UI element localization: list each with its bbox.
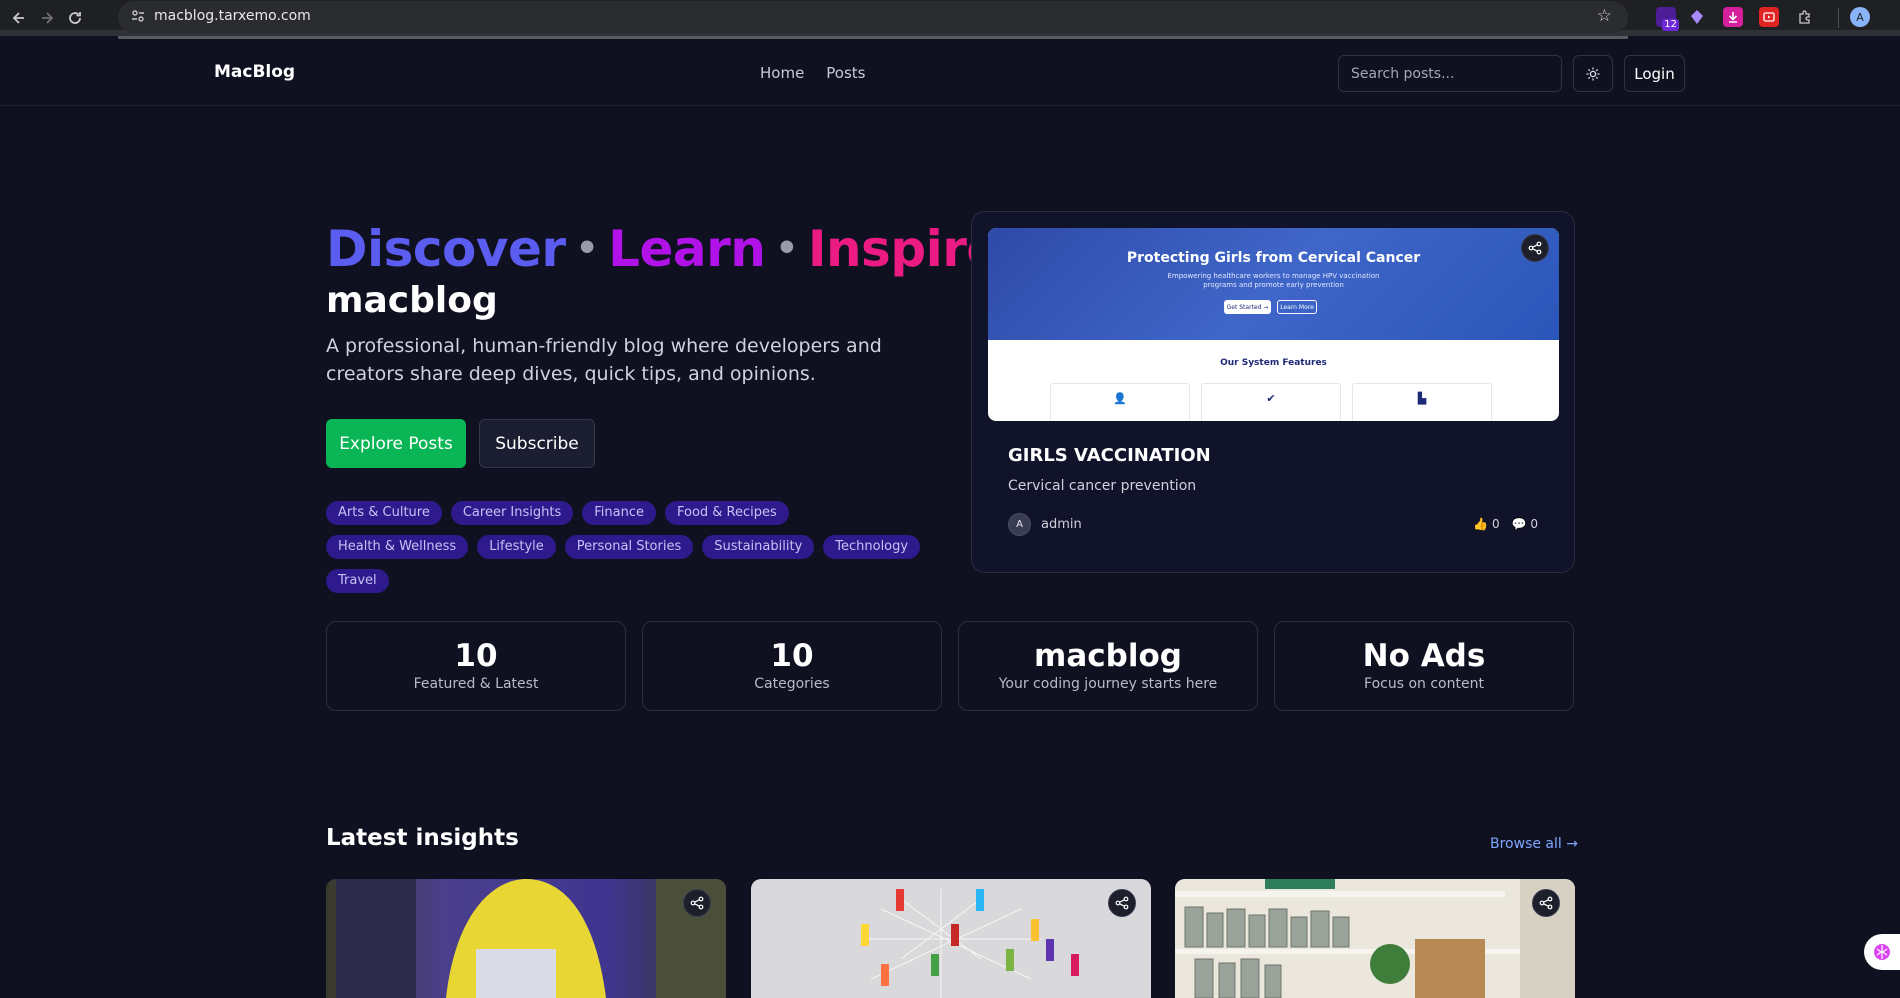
toolbar-separator [1838, 8, 1839, 28]
subscribe-button[interactable]: Subscribe [479, 419, 595, 468]
stat-card-featured: 10 Featured & Latest [326, 621, 626, 711]
post-reactions: 👍 0 💬 0 [1473, 517, 1538, 531]
featured-post-card[interactable]: Protecting Girls from Cervical Cancer Em… [971, 211, 1575, 573]
nav-home[interactable]: Home [760, 64, 804, 82]
share-icon[interactable] [683, 889, 711, 917]
thumbnail-art [336, 879, 726, 998]
browse-all-link[interactable]: Browse all → [1490, 836, 1578, 852]
extension-download-icon[interactable] [1723, 7, 1743, 27]
tag-health-wellness[interactable]: Health & Wellness [326, 535, 469, 559]
stat-label: Categories [754, 676, 830, 692]
stat-card-categories: 10 Categories [642, 621, 942, 711]
image-feature-box: ✔ [1201, 383, 1341, 421]
explore-posts-button[interactable]: Explore Posts [326, 419, 466, 468]
site-header: MacBlog Home Posts Login [0, 42, 1900, 106]
post-card-thumbnail[interactable] [1175, 879, 1575, 998]
like-count[interactable]: 👍 0 [1473, 517, 1499, 531]
extensions-puzzle-icon[interactable] [1795, 7, 1815, 27]
tag-sustainability[interactable]: Sustainability [702, 535, 815, 559]
stat-value: 10 [454, 638, 498, 674]
address-bar[interactable]: macblog.tarxemo.com ☆ [118, 1, 1628, 33]
featured-post-title[interactable]: GIRLS VACCINATION [1008, 445, 1211, 466]
site-info-icon[interactable] [130, 9, 146, 25]
image-features-heading: Our System Features [1220, 358, 1327, 368]
image-learn-more: Learn More [1277, 300, 1317, 314]
page-load-progress [118, 36, 1628, 39]
tag-career-insights[interactable]: Career Insights [450, 501, 574, 525]
featured-post-description: Cervical cancer prevention [1008, 478, 1197, 494]
category-tags: Arts & Culture Career Insights Finance F… [326, 501, 926, 593]
image-feature-box: ▙ [1352, 383, 1492, 421]
stat-label: Focus on content [1364, 676, 1484, 692]
profile-avatar[interactable]: A [1850, 7, 1870, 27]
reload-icon[interactable] [62, 5, 88, 31]
author-name: admin [1041, 517, 1082, 532]
extension-gem-icon[interactable] [1687, 7, 1707, 27]
stat-label: Your coding journey starts here [998, 676, 1218, 692]
stat-card-no-ads: No Ads Focus on content [1274, 621, 1574, 711]
tag-food-recipes[interactable]: Food & Recipes [664, 501, 789, 525]
hero-word-learn: Learn [608, 220, 766, 278]
extension-badge: 12 [1662, 19, 1679, 31]
brain-icon [1874, 944, 1890, 960]
share-icon[interactable] [1532, 889, 1560, 917]
tag-personal-stories[interactable]: Personal Stories [564, 535, 694, 559]
hero-separator: • [575, 228, 599, 269]
sun-icon [1586, 67, 1600, 80]
tag-technology[interactable]: Technology [823, 535, 921, 559]
search-input[interactable] [1338, 55, 1562, 92]
hero-word-discover: Discover [326, 220, 566, 278]
share-icon[interactable] [1108, 889, 1136, 917]
nav-posts[interactable]: Posts [826, 64, 865, 82]
comment-count[interactable]: 💬 0 [1512, 517, 1538, 531]
brand-logo[interactable]: MacBlog [214, 62, 295, 82]
stat-card-brand: macblog Your coding journey starts here [958, 621, 1258, 711]
hero-title: Discover • Learn • Inspire [326, 220, 1000, 278]
user-plus-icon: 👤 [1113, 392, 1127, 405]
comment-count-value: 0 [1530, 517, 1538, 531]
tag-travel[interactable]: Travel [326, 569, 389, 593]
stat-label: Featured & Latest [413, 676, 539, 692]
forward-icon[interactable] [34, 5, 60, 31]
bookmark-star-icon[interactable]: ☆ [1597, 6, 1612, 26]
thumbs-up-icon: 👍 [1473, 517, 1489, 531]
comment-icon: 💬 [1511, 517, 1527, 531]
hero-separator: • [775, 228, 798, 269]
image-banner-text: Empowering healthcare workers to manage … [1167, 272, 1380, 289]
tag-finance[interactable]: Finance [582, 501, 656, 525]
share-icon[interactable] [1521, 234, 1549, 262]
image-feature-box: 👤 [1050, 383, 1190, 421]
browser-toolbar: macblog.tarxemo.com ☆ 12 A [0, 0, 1900, 39]
stat-value: macblog [1034, 638, 1182, 674]
back-icon[interactable] [6, 5, 32, 31]
theme-toggle-button[interactable] [1573, 55, 1613, 92]
tag-arts-culture[interactable]: Arts & Culture [326, 501, 442, 525]
author-avatar: A [1008, 513, 1031, 536]
thumbnail-pantry-art [1175, 879, 1575, 998]
image-banner-title: Protecting Girls from Cervical Cancer [1126, 250, 1421, 266]
chart-icon: ▙ [1417, 392, 1427, 405]
image-get-started: Get Started → [1224, 300, 1271, 314]
featured-post-image[interactable]: Protecting Girls from Cervical Cancer Em… [988, 228, 1559, 421]
extension-video-icon[interactable] [1759, 7, 1779, 27]
hero-description: A professional, human-friendly blog wher… [326, 335, 882, 385]
like-count-value: 0 [1491, 517, 1500, 531]
hero-subtitle: macblog [326, 280, 498, 321]
stat-value: No Ads [1362, 638, 1486, 674]
url-text[interactable]: macblog.tarxemo.com [154, 8, 311, 24]
main-nav: Home Posts [760, 64, 866, 82]
post-card-thumbnail[interactable] [751, 879, 1151, 998]
latest-insights-heading: Latest insights [326, 825, 519, 851]
clipboard-check-icon: ✔ [1266, 392, 1276, 405]
assistant-floating-button[interactable] [1864, 934, 1900, 970]
extension-hexagon-icon[interactable]: 12 [1656, 7, 1679, 31]
post-author: A admin [1008, 513, 1082, 536]
stat-value: 10 [770, 638, 814, 674]
tag-lifestyle[interactable]: Lifestyle [477, 535, 556, 559]
post-card-thumbnail[interactable] [326, 879, 726, 998]
login-button[interactable]: Login [1624, 55, 1685, 92]
thumbnail-network-art [861, 889, 1079, 998]
